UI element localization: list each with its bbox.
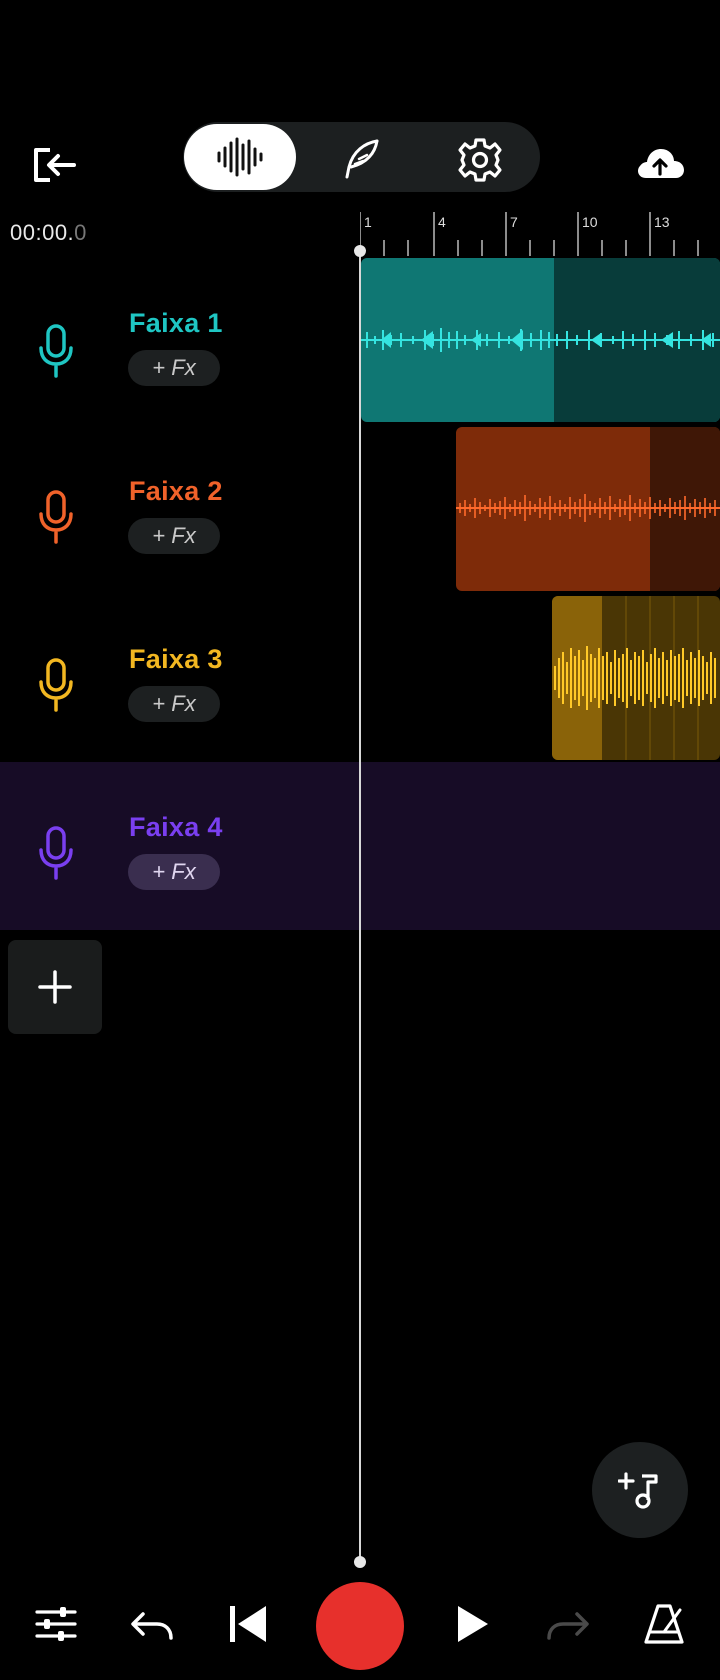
skip-back-icon — [230, 1606, 266, 1642]
undo-button[interactable] — [124, 1592, 180, 1656]
ruler-label: 4 — [438, 214, 446, 230]
ruler-label: 1 — [364, 214, 372, 230]
metronome-icon — [644, 1604, 684, 1644]
ruler-label: 7 — [510, 214, 518, 230]
add-fx-button[interactable]: + Fx — [128, 518, 220, 554]
redo-button[interactable] — [540, 1592, 596, 1656]
add-fx-button[interactable]: + Fx — [128, 854, 220, 890]
quill-icon — [345, 139, 379, 179]
record-button[interactable] — [316, 1582, 404, 1670]
waveform-icon — [217, 137, 263, 177]
waveform — [361, 328, 720, 352]
undo-icon — [131, 1612, 173, 1640]
mode-tracks-button[interactable] — [184, 124, 296, 190]
plus-icon — [38, 970, 72, 1004]
waveform — [554, 646, 716, 710]
track-2-clip[interactable] — [456, 427, 720, 591]
microphone-icon[interactable] — [36, 826, 76, 880]
waveform — [456, 494, 720, 522]
redo-icon — [547, 1612, 589, 1640]
add-track-button[interactable] — [8, 940, 102, 1034]
upload-button[interactable] — [630, 136, 690, 192]
metronome-button[interactable] — [636, 1592, 692, 1656]
mixer-icon — [35, 1607, 77, 1641]
track-name[interactable]: Faixa 1 — [129, 308, 223, 339]
gear-icon — [458, 138, 502, 182]
add-fx-button[interactable]: + Fx — [128, 686, 220, 722]
microphone-icon[interactable] — [36, 490, 76, 544]
add-note-button[interactable] — [592, 1442, 688, 1538]
microphone-icon[interactable] — [36, 324, 76, 378]
add-note-icon — [618, 1472, 658, 1509]
playhead-top-handle[interactable] — [354, 245, 366, 257]
play-button[interactable] — [444, 1592, 500, 1656]
ruler-label: 10 — [582, 214, 598, 230]
playhead-bottom-handle[interactable] — [354, 1556, 366, 1568]
time-fraction: 0 — [74, 220, 87, 245]
mode-lyrics-button[interactable] — [330, 132, 390, 188]
playhead[interactable] — [359, 250, 361, 1562]
time-main: 00:00. — [10, 220, 75, 245]
timeline-ruler[interactable]: 1 4 7 10 13 — [359, 210, 720, 258]
exit-icon — [34, 148, 76, 182]
track-3-clip[interactable] — [552, 596, 720, 760]
time-display: 00:00.0 — [10, 220, 87, 246]
ruler-label: 13 — [654, 214, 670, 230]
mixer-button[interactable] — [28, 1592, 84, 1656]
mode-settings-button[interactable] — [452, 132, 508, 188]
add-fx-button[interactable]: + Fx — [128, 350, 220, 386]
track-name[interactable]: Faixa 3 — [129, 644, 223, 675]
cloud-upload-icon — [638, 149, 684, 178]
track-1-clip[interactable] — [361, 258, 720, 422]
track-name[interactable]: Faixa 2 — [129, 476, 223, 507]
play-icon — [458, 1606, 488, 1642]
microphone-icon[interactable] — [36, 658, 76, 712]
track-name[interactable]: Faixa 4 — [129, 812, 223, 843]
exit-button[interactable] — [28, 136, 84, 192]
skip-back-button[interactable] — [220, 1592, 276, 1656]
